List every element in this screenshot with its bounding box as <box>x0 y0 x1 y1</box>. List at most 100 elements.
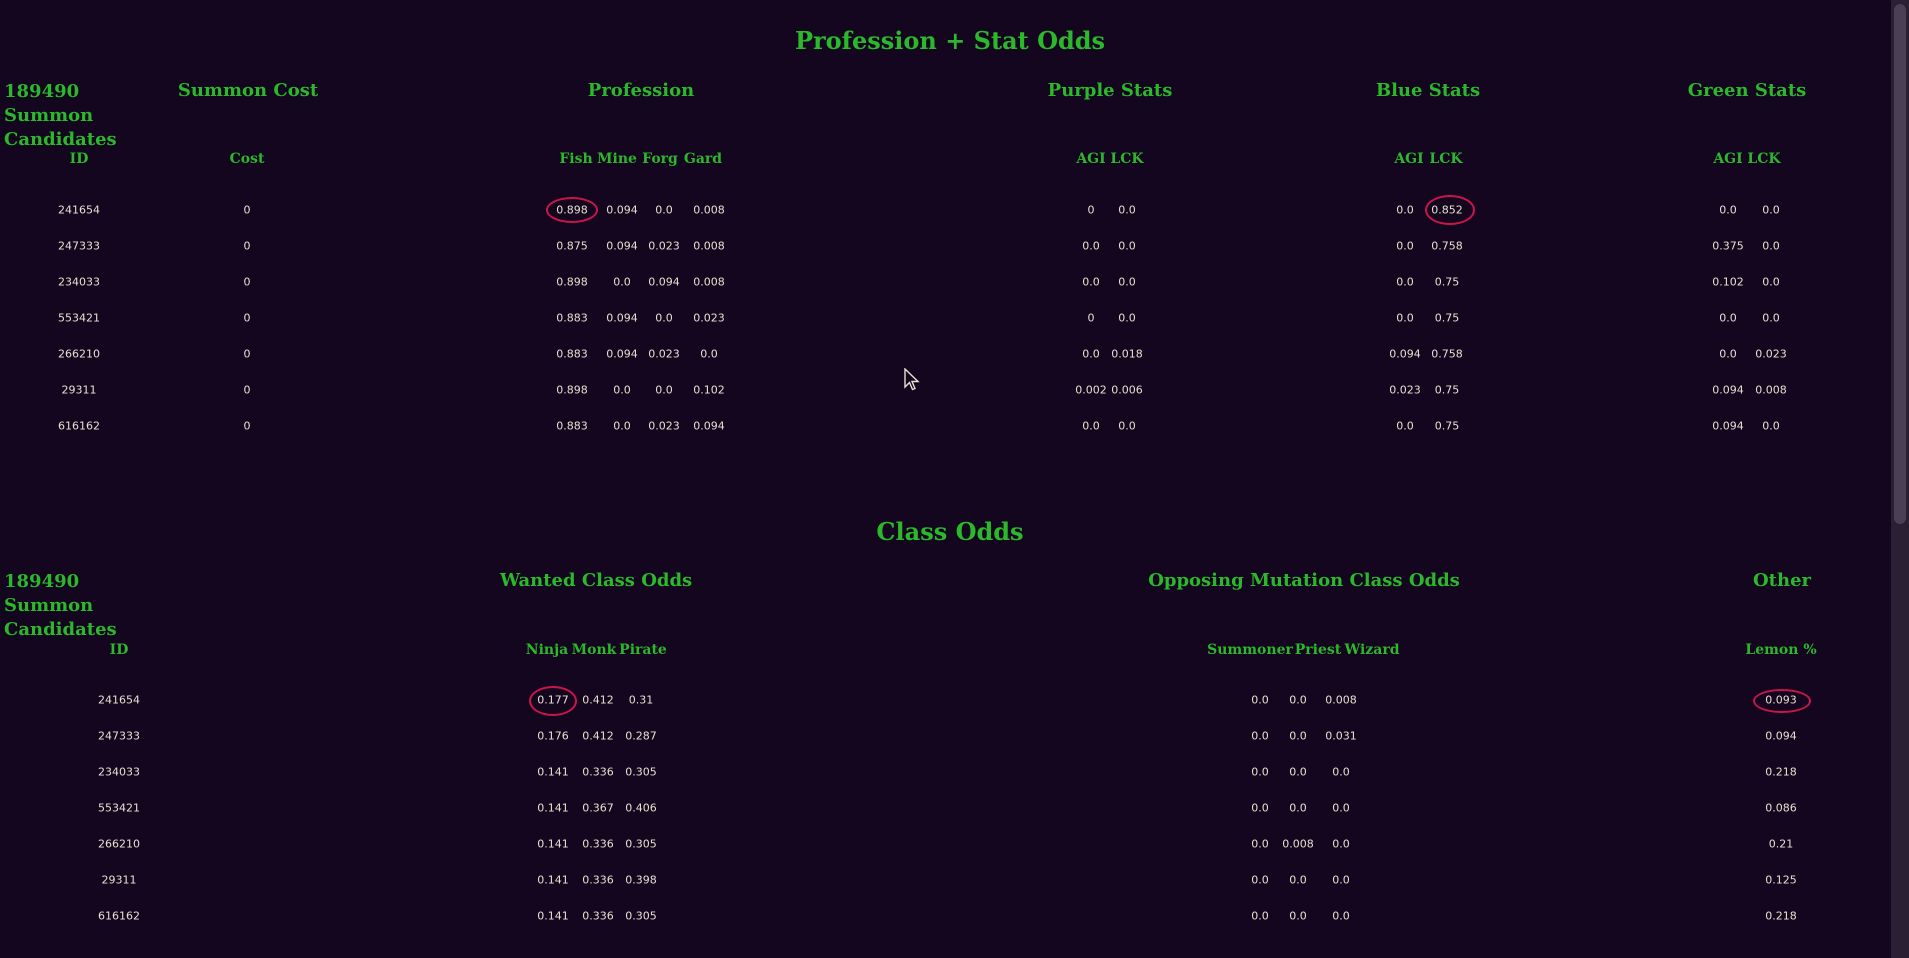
cell-id: 241654 <box>98 693 140 707</box>
cell-cost: 0 <box>243 239 251 253</box>
highlight-circle <box>1753 689 1811 713</box>
cell-cost: 0 <box>243 419 251 433</box>
cell-purple-agi: 0.0 <box>1082 419 1100 433</box>
cell-purple-lck: 0.0 <box>1118 203 1136 217</box>
summon-cost-heading: Summon Cost <box>177 80 319 101</box>
col-blue-agi: AGI <box>1394 151 1424 167</box>
cell-wizard: 0.0 <box>1332 837 1350 851</box>
cell-fish: 0.898 <box>556 275 588 289</box>
col-ninja: Ninja <box>525 642 569 658</box>
cell-wizard: 0.0 <box>1332 909 1350 923</box>
cell-lemon: 0.125 <box>1765 873 1797 887</box>
col-id: ID <box>69 151 89 167</box>
scrollbar-thumb[interactable] <box>1894 4 1906 524</box>
cell-forg: 0.094 <box>648 275 680 289</box>
cell-gard: 0.008 <box>693 275 725 289</box>
cell-fish: 0.875 <box>556 239 588 253</box>
cell-mine: 0.094 <box>606 203 638 217</box>
summon-candidates-heading: 189490 Summon Candidates <box>4 81 117 150</box>
cell-green-agi: 0.102 <box>1712 275 1744 289</box>
cell-priest: 0.0 <box>1289 729 1307 743</box>
cell-purple-lck: 0.0 <box>1118 275 1136 289</box>
cell-priest: 0.0 <box>1289 765 1307 779</box>
col-priest: Priest <box>1294 642 1342 658</box>
cell-mine: 0.0 <box>613 275 631 289</box>
cell-blue-agi: 0.0 <box>1396 419 1414 433</box>
cell-purple-lck: 0.0 <box>1118 311 1136 325</box>
green-stats-heading: Green Stats <box>1687 80 1807 101</box>
cell-green-lck: 0.023 <box>1755 347 1787 361</box>
cell-priest: 0.0 <box>1289 873 1307 887</box>
cell-blue-agi: 0.094 <box>1389 347 1421 361</box>
cell-forg: 0.0 <box>655 203 673 217</box>
col-green-agi: AGI <box>1713 151 1743 167</box>
cell-monk: 0.336 <box>582 837 614 851</box>
cell-forg: 0.023 <box>648 239 680 253</box>
cell-gard: 0.102 <box>693 383 725 397</box>
cell-id: 616162 <box>58 419 100 433</box>
cell-green-lck: 0.0 <box>1762 275 1780 289</box>
cell-summoner: 0.0 <box>1251 729 1269 743</box>
cell-wizard: 0.0 <box>1332 801 1350 815</box>
vertical-scrollbar[interactable] <box>1891 0 1909 958</box>
col-summoner: Summoner <box>1207 642 1293 658</box>
cell-fish: 0.883 <box>556 311 588 325</box>
mouse-pointer-icon <box>904 368 920 391</box>
cell-wizard: 0.031 <box>1325 729 1357 743</box>
cell-blue-lck: 0.758 <box>1431 347 1463 361</box>
class-odds-title: Class Odds <box>876 517 1024 546</box>
cell-ninja: 0.141 <box>537 765 569 779</box>
cell-purple-lck: 0.0 <box>1118 419 1136 433</box>
cell-ninja: 0.141 <box>537 837 569 851</box>
cell-gard: 0.008 <box>693 239 725 253</box>
cell-lemon: 0.094 <box>1765 729 1797 743</box>
col-id-2: ID <box>109 642 129 658</box>
cell-blue-agi: 0.023 <box>1389 383 1421 397</box>
cell-blue-lck: 0.758 <box>1431 239 1463 253</box>
cell-monk: 0.367 <box>582 801 614 815</box>
cell-gard: 0.008 <box>693 203 725 217</box>
cell-id: 247333 <box>58 239 100 253</box>
cell-lemon: 0.218 <box>1765 765 1797 779</box>
cell-pirate: 0.406 <box>625 801 657 815</box>
cell-purple-lck: 0.018 <box>1111 347 1143 361</box>
col-lemon: Lemon % <box>1745 642 1817 658</box>
col-mine: Mine <box>597 151 637 167</box>
cell-summoner: 0.0 <box>1251 693 1269 707</box>
cell-purple-agi: 0.0 <box>1082 275 1100 289</box>
blue-stats-heading: Blue Stats <box>1375 80 1481 101</box>
cell-cost: 0 <box>243 383 251 397</box>
cell-gard: 0.094 <box>693 419 725 433</box>
cell-mine: 0.094 <box>606 239 638 253</box>
cell-green-agi: 0.094 <box>1712 419 1744 433</box>
cell-purple-agi: 0.0 <box>1082 239 1100 253</box>
cell-cost: 0 <box>243 347 251 361</box>
cell-id: 266210 <box>58 347 100 361</box>
col-cost: Cost <box>229 151 265 167</box>
col-pirate: Pirate <box>619 642 667 658</box>
cell-cost: 0 <box>243 203 251 217</box>
cell-purple-lck: 0.006 <box>1111 383 1143 397</box>
cell-forg: 0.0 <box>655 383 673 397</box>
highlight-circle <box>529 686 577 716</box>
cell-pirate: 0.31 <box>628 693 654 707</box>
cell-priest: 0.0 <box>1289 909 1307 923</box>
cell-forg: 0.0 <box>655 311 673 325</box>
cell-gard: 0.023 <box>693 311 725 325</box>
col-fish: Fish <box>559 151 593 167</box>
cell-mine: 0.094 <box>606 311 638 325</box>
cell-pirate: 0.287 <box>625 729 657 743</box>
cell-forg: 0.023 <box>648 347 680 361</box>
cell-fish: 0.898 <box>556 383 588 397</box>
cell-green-agi: 0.0 <box>1719 311 1737 325</box>
cell-gard: 0.0 <box>700 347 718 361</box>
cell-monk: 0.336 <box>582 873 614 887</box>
cell-purple-lck: 0.0 <box>1118 239 1136 253</box>
opposing-mutation-class-odds-heading: Opposing Mutation Class Odds <box>1148 570 1460 591</box>
cell-blue-lck: 0.75 <box>1434 419 1460 433</box>
cell-ninja: 0.141 <box>537 873 569 887</box>
cell-priest: 0.0 <box>1289 801 1307 815</box>
col-wizard: Wizard <box>1344 642 1400 658</box>
cell-blue-agi: 0.0 <box>1396 203 1414 217</box>
cell-ninja: 0.141 <box>537 801 569 815</box>
